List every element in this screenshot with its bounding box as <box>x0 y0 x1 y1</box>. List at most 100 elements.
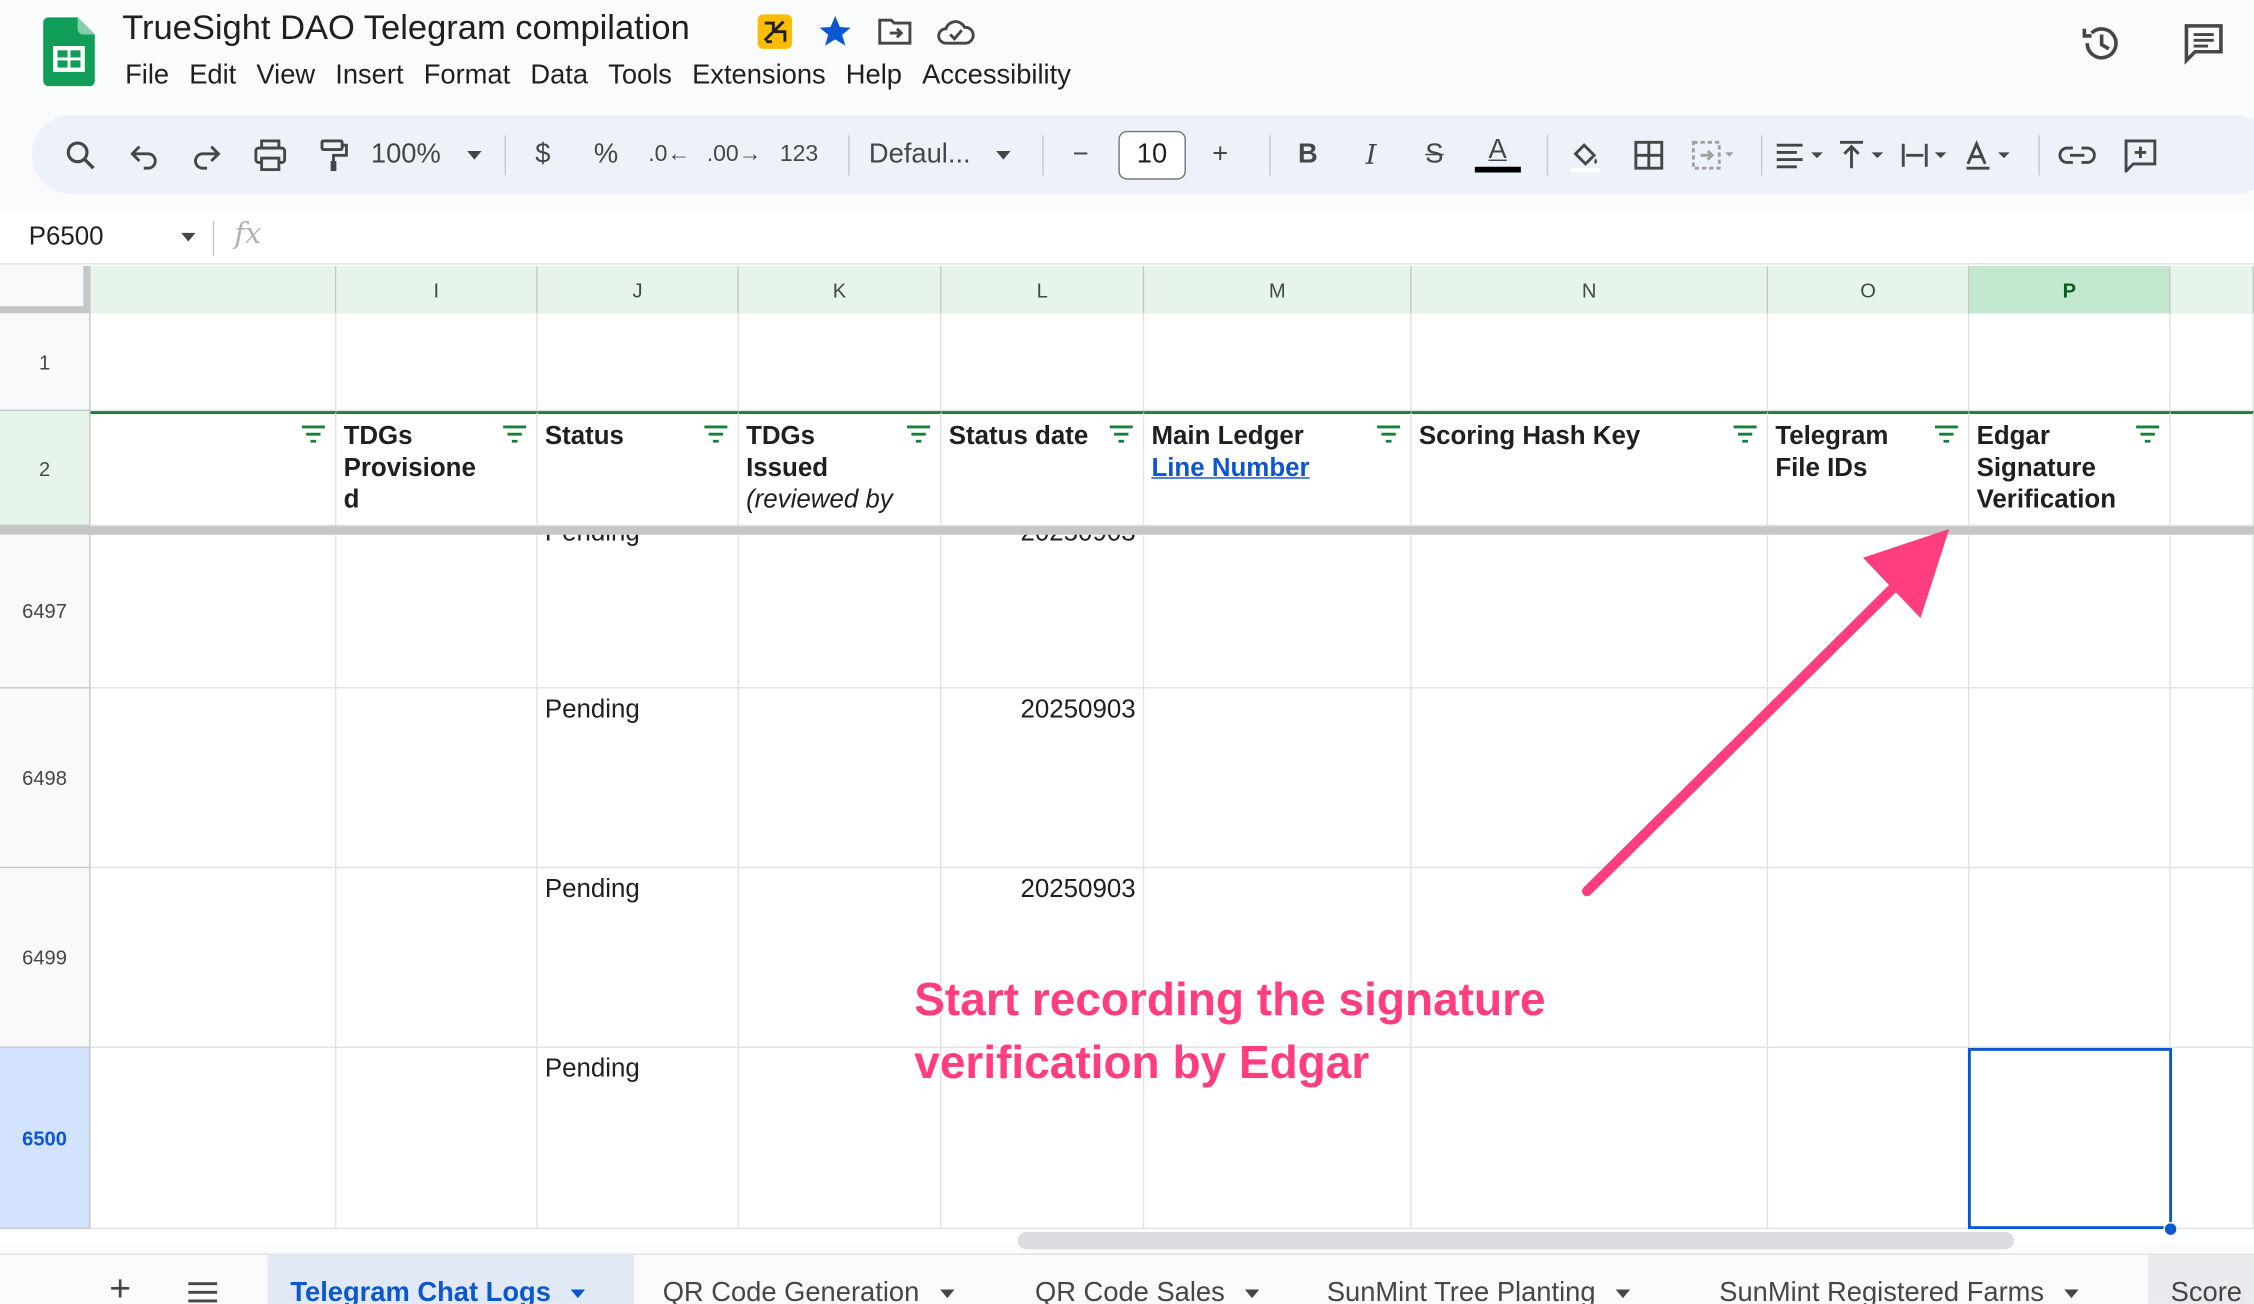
cell[interactable] <box>1411 313 1769 412</box>
row-header-6497[interactable]: 6497 <box>0 534 91 689</box>
text-wrapping-icon[interactable] <box>1900 129 1952 181</box>
cell[interactable] <box>2170 868 2254 1048</box>
cell[interactable] <box>1768 1047 1970 1230</box>
cell[interactable] <box>1144 688 1412 869</box>
document-title[interactable]: TrueSight DAO Telegram compilation <box>122 9 690 49</box>
cell[interactable] <box>1768 313 1970 412</box>
cell[interactable] <box>738 868 942 1048</box>
cell[interactable] <box>90 534 337 689</box>
comments-icon[interactable] <box>2182 22 2225 72</box>
status-cell[interactable]: Pending <box>537 534 739 689</box>
cell[interactable] <box>941 313 1145 412</box>
active-cell-p6500[interactable] <box>1967 1047 2173 1230</box>
cell[interactable] <box>1768 688 1970 869</box>
insert-comment-icon[interactable] <box>2114 129 2166 181</box>
decrease-font-size-button[interactable]: − <box>1055 129 1107 181</box>
all-sheets-icon[interactable] <box>187 1281 219 1304</box>
filter-icon[interactable] <box>1732 425 1758 443</box>
cell[interactable] <box>90 313 337 412</box>
increase-font-size-button[interactable]: + <box>1194 129 1246 181</box>
version-history-icon[interactable] <box>2079 20 2125 73</box>
cell[interactable] <box>738 1047 942 1230</box>
menu-edit[interactable]: Edit <box>179 58 246 95</box>
fill-handle[interactable] <box>2163 1221 2178 1237</box>
menu-view[interactable]: View <box>246 58 325 95</box>
row-header-6499[interactable]: 6499 <box>0 868 91 1048</box>
fill-color-icon[interactable] <box>1559 129 1611 181</box>
cell[interactable] <box>90 688 337 869</box>
paint-format-icon[interactable] <box>308 129 360 181</box>
menu-insert[interactable]: Insert <box>325 58 413 95</box>
cell[interactable] <box>1969 868 2171 1048</box>
filter-icon[interactable] <box>1376 425 1402 443</box>
increase-decimal-button[interactable]: .00 → <box>707 129 762 181</box>
sheet-tab-sunmint-tree-planting[interactable]: SunMint Tree Planting <box>1304 1255 1692 1304</box>
header-cell-main-ledger[interactable]: Main Ledger Line Number <box>1144 411 1412 527</box>
strikethrough-button[interactable]: S <box>1409 129 1461 181</box>
font-size-input[interactable]: 10 <box>1118 130 1186 179</box>
filter-icon[interactable] <box>2135 425 2161 443</box>
menu-help[interactable]: Help <box>836 58 912 95</box>
cell[interactable] <box>336 313 538 412</box>
cell[interactable] <box>2170 411 2254 527</box>
cell[interactable] <box>738 313 942 412</box>
filter-icon[interactable] <box>1108 425 1134 443</box>
sheet-tab-telegram-chat-logs[interactable]: Telegram Chat Logs <box>267 1254 634 1304</box>
column-header-o[interactable]: O <box>1768 265 1970 314</box>
column-header-j[interactable]: J <box>537 265 739 314</box>
cell[interactable] <box>336 868 538 1048</box>
horizontal-align-icon[interactable] <box>1774 129 1826 181</box>
header-cell-status-date[interactable]: Status date <box>941 411 1145 527</box>
cell[interactable] <box>1969 313 2171 412</box>
zoom-select[interactable]: 100% <box>371 129 482 181</box>
row-header-2[interactable]: 2 <box>0 411 91 527</box>
header-cell-edgar-signature-verification[interactable]: Edgar Signature Verification <box>1969 411 2171 527</box>
row-header-6498[interactable]: 6498 <box>0 688 91 869</box>
menu-file[interactable]: File <box>115 58 179 95</box>
cell[interactable] <box>1969 688 2171 869</box>
undo-icon[interactable] <box>118 129 170 181</box>
line-number-link[interactable]: Line Number <box>1151 453 1309 482</box>
cell[interactable] <box>2170 313 2254 412</box>
column-header-p[interactable]: P <box>1969 265 2171 314</box>
cell[interactable] <box>2170 534 2254 689</box>
menu-tools[interactable]: Tools <box>598 58 682 95</box>
header-cell-status[interactable]: Status <box>537 411 739 527</box>
cell[interactable] <box>336 688 538 869</box>
star-icon[interactable] <box>812 12 858 52</box>
status-cell[interactable]: Pending <box>537 1047 739 1230</box>
sheet-tab-sunmint-registered-farms[interactable]: SunMint Registered Farms <box>1696 1255 2142 1304</box>
cell[interactable] <box>1144 534 1412 689</box>
cell[interactable] <box>2170 688 2254 869</box>
cell[interactable] <box>90 1047 337 1230</box>
decrease-decimal-button[interactable]: .0 ← <box>643 129 695 181</box>
print-icon[interactable] <box>244 129 296 181</box>
format-currency-button[interactable]: $ <box>517 129 569 181</box>
borders-icon[interactable] <box>1623 129 1675 181</box>
search-menus-icon[interactable] <box>55 129 107 181</box>
row-header-6500[interactable]: 6500 <box>0 1047 91 1230</box>
sheet-tab-qr-code-generation[interactable]: QR Code Generation <box>640 1255 1007 1304</box>
menu-accessibility[interactable]: Accessibility <box>912 58 1081 95</box>
format-percent-button[interactable]: % <box>580 129 632 181</box>
cell[interactable] <box>336 1047 538 1230</box>
insert-link-icon[interactable] <box>2051 129 2103 181</box>
merge-cells-icon[interactable] <box>1686 129 1738 181</box>
italic-button[interactable]: I <box>1345 129 1397 181</box>
filter-icon[interactable] <box>1933 425 1959 443</box>
chevron-down-icon[interactable] <box>2064 1289 2079 1299</box>
header-cell-tdgs-provisioned[interactable]: TDGs Provisione d <box>336 411 538 527</box>
chevron-down-icon[interactable] <box>939 1289 954 1299</box>
column-header-i[interactable]: I <box>336 265 538 314</box>
more-formats-button[interactable]: 123 <box>773 129 825 181</box>
filter-icon[interactable] <box>703 425 729 443</box>
status-date-cell[interactable]: 20250903 <box>941 534 1145 689</box>
redo-icon[interactable] <box>181 129 233 181</box>
cell[interactable] <box>1768 534 1970 689</box>
menu-format[interactable]: Format <box>414 58 521 95</box>
column-header-n[interactable]: N <box>1411 265 1769 314</box>
cell[interactable] <box>90 868 337 1048</box>
spreadsheet-grid[interactable]: I J K L M N O P 1 2 TDGs Provisione d St… <box>0 265 2254 1244</box>
row-header-1[interactable]: 1 <box>0 313 91 412</box>
cell[interactable] <box>1768 868 1970 1048</box>
